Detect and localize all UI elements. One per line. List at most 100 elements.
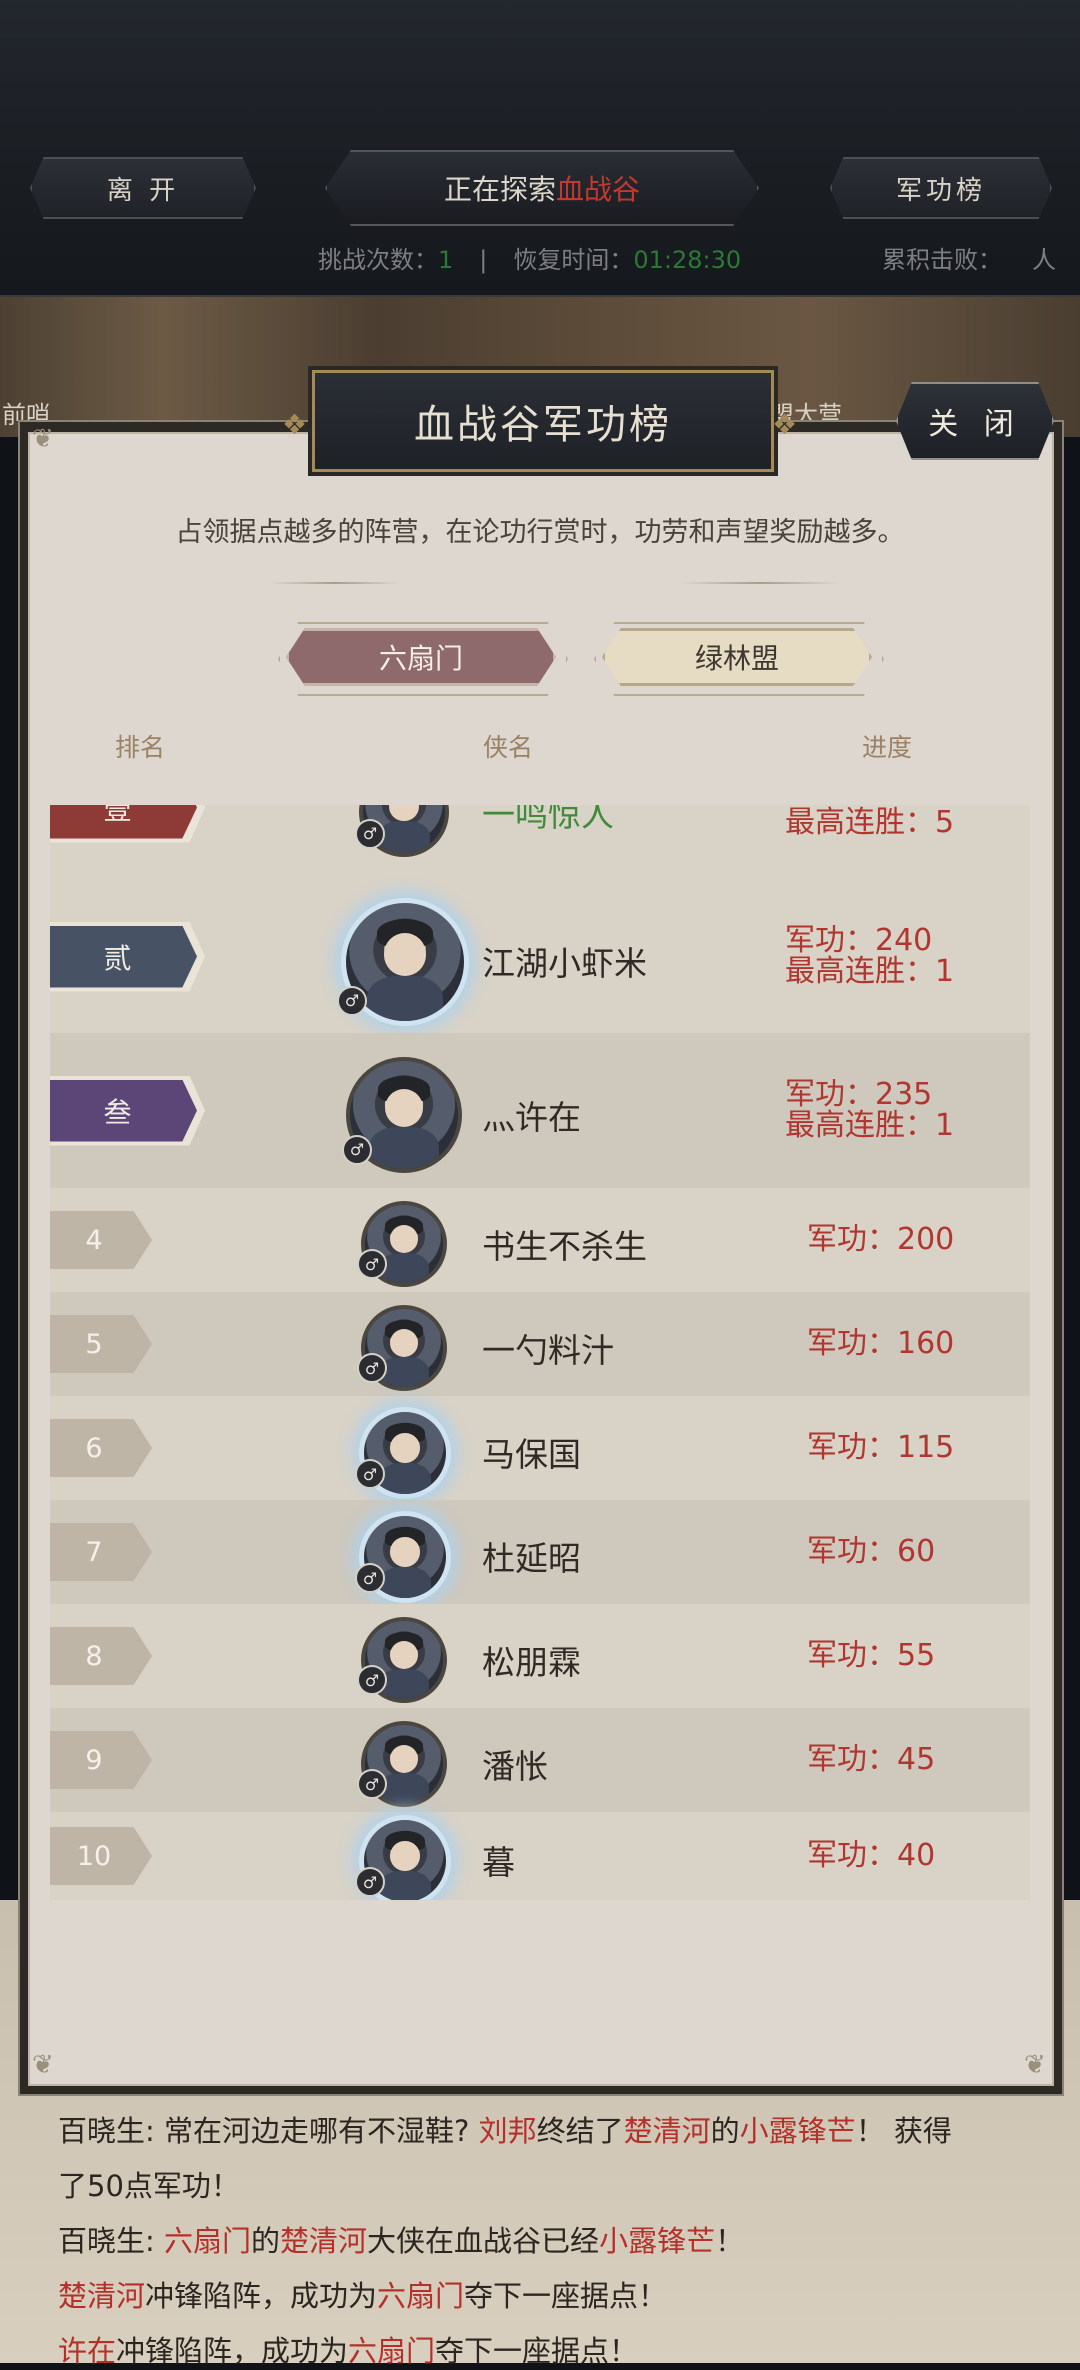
exploring-banner: 正在探索 血战谷 (325, 150, 759, 226)
male-icon: ♂ (355, 1867, 385, 1897)
rank-number: 6 (50, 1419, 152, 1477)
ranking-row[interactable]: 5 ♂ 一勺料汁 军功：160 (50, 1292, 1030, 1396)
avatar-face (389, 1225, 419, 1254)
log-line: 百晓生: 常在河边走哪有不湿鞋? 刘邦终结了楚清河的小露锋芒！ 获得 (58, 2114, 952, 2148)
player-name: 马保国 (482, 1435, 581, 1474)
win-streak: 最高连胜：5 (785, 805, 955, 840)
merit-value: 军功：240 (785, 922, 933, 958)
avatar-face (383, 933, 427, 976)
challenge-value: 1 (438, 246, 454, 274)
ranking-list[interactable]: 壹♂一鸣惊人军功：最高连胜：5贰♂江湖小虾米军功：240最高连胜：1叁♂灬许在军… (50, 805, 1030, 1900)
challenge-label: 挑战次数： (318, 246, 438, 274)
log-line: 许在冲锋陷阵，成功为六扇门夺下一座据点！ (58, 2334, 639, 2368)
ranking-row[interactable]: 贰 ♂ 江湖小虾米 军功：240 最高连胜：1 (50, 880, 1030, 1033)
player-name: 一鸣惊人 (482, 805, 614, 834)
avatar-robe (378, 1462, 432, 1494)
stats-divider: | (479, 246, 488, 274)
player-name: 暮 (482, 1843, 515, 1882)
avatar-robe (379, 1669, 429, 1699)
merit-value: 军功：115 (807, 1430, 955, 1465)
avatar-face (389, 1329, 419, 1358)
kills-value: 人 (1032, 246, 1056, 274)
close-button[interactable]: 关 闭 (896, 382, 1054, 460)
merit-value: 军功：55 (807, 1638, 936, 1673)
rank-number: 7 (50, 1523, 152, 1581)
ranking-row[interactable]: 4 ♂ 书生不杀生 军功：200 (50, 1188, 1030, 1292)
kill-count: 累积击败： 人 (882, 240, 1056, 275)
player-name: 松朋霖 (482, 1643, 581, 1682)
merit-block: 军功：最高连胜：5 (785, 805, 954, 838)
avatar-robe (378, 1870, 432, 1900)
merit-board-button[interactable]: 军功榜 (830, 157, 1052, 219)
ranking-row[interactable]: 壹 ♂ 一鸣惊人 军功：最高连胜：5 (50, 805, 1030, 880)
ranking-row[interactable]: 7 ♂ 杜延昭 军功：60 (50, 1500, 1030, 1604)
rank-badge: 壹 (50, 805, 205, 843)
rank-number: 10 (50, 1827, 152, 1885)
ranking-row[interactable]: 6 ♂ 马保国 军功：115 (50, 1396, 1030, 1500)
exploring-place: 血战谷 (556, 173, 641, 206)
ranking-row[interactable]: 8 ♂ 松朋霖 军功：55 (50, 1604, 1030, 1708)
divider-ornament (270, 582, 400, 584)
kills-label: 累积击败： (882, 246, 1002, 274)
merit-value: 军功：45 (807, 1742, 936, 1777)
rank-number: 8 (50, 1627, 152, 1685)
rank-badge: 叁 (50, 1075, 205, 1146)
avatar-face (390, 1841, 420, 1871)
tab-lulinmeng[interactable]: 绿林盟 (602, 628, 872, 686)
male-icon: ♂ (355, 1459, 385, 1489)
avatar-face (389, 805, 419, 822)
ranking-row[interactable]: 9 ♂ 潘怅 军功：45 (50, 1708, 1030, 1812)
avatar-robe (367, 975, 443, 1021)
avatar-face (389, 1641, 419, 1670)
rank-number: 4 (50, 1211, 152, 1269)
title-ornament-right: ❖ (772, 408, 798, 441)
rank-badge: 贰 (50, 921, 205, 992)
column-rank: 排名 (115, 733, 166, 762)
merit-value: 军功：160 (807, 1326, 955, 1361)
player-name: 潘怅 (482, 1747, 548, 1786)
exploring-prefix: 正在探索 (443, 173, 556, 206)
ranking-row[interactable]: 10 ♂ 暮 军功：40 (50, 1812, 1030, 1900)
male-icon: ♂ (357, 1769, 387, 1799)
male-icon: ♂ (337, 985, 367, 1016)
corner-ornament: ❦ (32, 424, 54, 454)
rank-label: 壹 (103, 805, 132, 826)
rank-number: 5 (50, 1315, 152, 1373)
ranking-row[interactable]: 叁 ♂ 灬许在 军功：235 最高连胜：1 (50, 1033, 1030, 1188)
column-progress: 进度 (862, 733, 913, 762)
male-icon: ♂ (355, 818, 385, 849)
player-name: 书生不杀生 (482, 1227, 647, 1266)
log-line: 百晓生: 六扇门的楚清河大侠在血战谷已经小露锋芒！ (58, 2224, 745, 2258)
avatar-robe (369, 1127, 439, 1169)
challenge-count: 挑战次数：1 | 恢复时间：01:28:30 (318, 240, 741, 275)
avatar-face (390, 1537, 420, 1567)
male-icon: ♂ (357, 1353, 387, 1383)
column-name: 侠名 (483, 733, 534, 762)
leave-button[interactable]: 离 开 (30, 157, 256, 219)
tab-liushanmen[interactable]: 六扇门 (286, 628, 556, 686)
win-streak: 最高连胜：1 (785, 953, 955, 989)
corner-ornament: ❦ (1024, 2050, 1046, 2080)
divider-ornament (680, 582, 840, 584)
title-ornament-left: ❖ (282, 408, 308, 441)
avatar-face (389, 1745, 419, 1774)
player-name: 杜延昭 (482, 1539, 581, 1578)
merit-block: 军功：240 最高连胜：1 (785, 925, 954, 987)
male-icon: ♂ (355, 1563, 385, 1593)
corner-ornament: ❦ (32, 2050, 54, 2080)
merit-value: 军功：235 (785, 1076, 933, 1112)
avatar-robe (379, 1253, 429, 1283)
merit-value: 军功：60 (807, 1534, 936, 1569)
player-name: 一勺料汁 (482, 1331, 614, 1370)
panel-description: 占领据点越多的阵营，在论功行赏时，功劳和声望奖励越多。 (175, 517, 905, 548)
male-icon: ♂ (357, 1665, 387, 1695)
male-icon: ♂ (342, 1134, 372, 1165)
rank-number: 9 (50, 1731, 152, 1789)
log-line: 楚清河冲锋陷阵，成功为六扇门夺下一座据点！ (58, 2279, 668, 2313)
merit-value: 军功：40 (807, 1838, 936, 1873)
avatar-robe (379, 1773, 429, 1803)
panel-title: 血战谷军功榜 (312, 370, 774, 472)
recover-label: 恢复时间： (513, 246, 634, 274)
player-name: 江湖小虾米 (482, 943, 647, 983)
log-line: 了50点军功！ (58, 2169, 240, 2203)
